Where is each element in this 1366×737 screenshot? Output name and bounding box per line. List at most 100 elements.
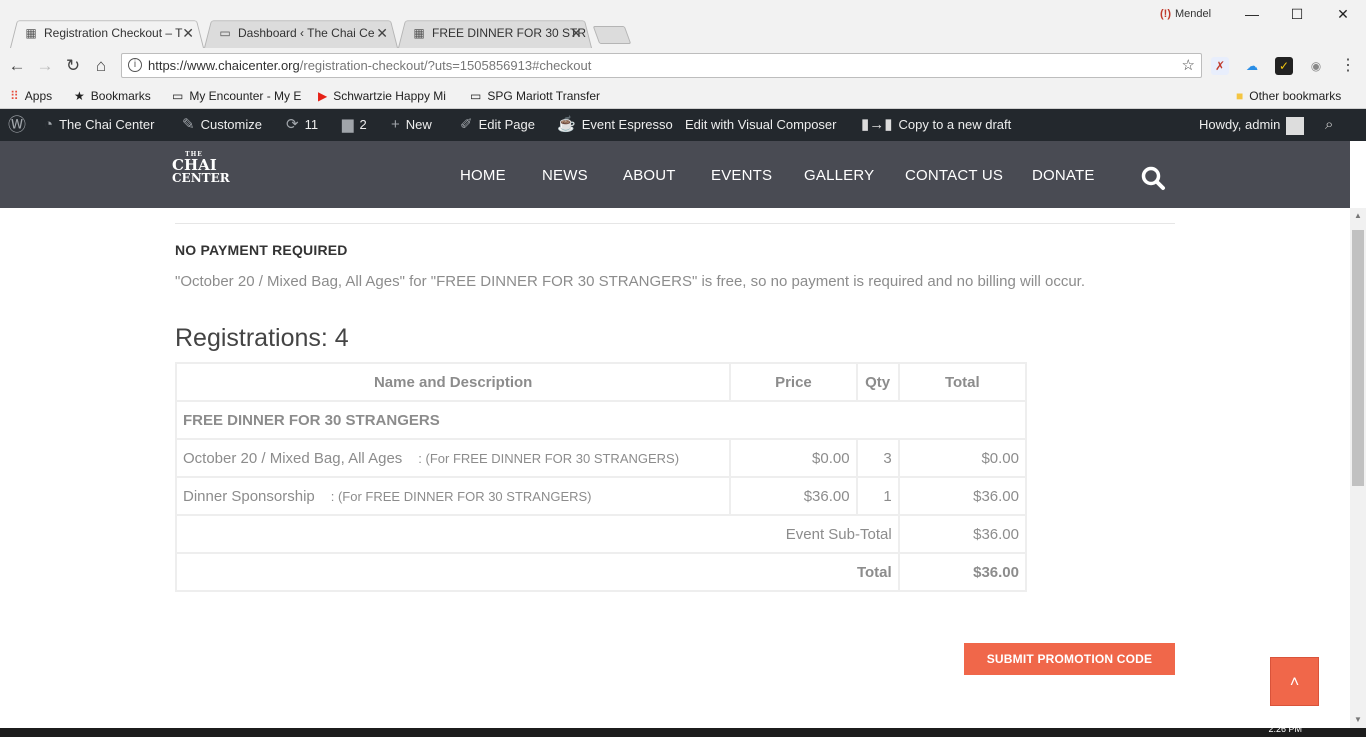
scroll-to-top-button[interactable]: ˄ [1270,657,1319,706]
nav-events[interactable]: EVENTS [711,167,772,184]
adminbar-site-name[interactable]: ◔ The Chai Center [44,109,154,141]
scrollbar-thumb[interactable] [1352,230,1364,486]
forward-button[interactable]: → [34,55,56,77]
extension-icon[interactable]: ✗ [1211,57,1229,75]
edit-page-label: Edit Page [478,117,535,132]
header-total: Total [899,364,1025,400]
ticket-total: $0.00 [899,440,1025,476]
page-scrollbar[interactable]: ▲ ▼ [1350,208,1366,728]
browser-toolbar: ← → ↻ ⌂ i https://www.chaicenter.org/reg… [0,48,1366,84]
bookmark-apps[interactable]: ⠿ Apps [10,87,52,105]
adminbar-copy-draft[interactable]: ▮→▮ Copy to a new draft [861,109,1011,141]
folder-icon: ■ [1236,89,1244,103]
bookmark-bookmarks[interactable]: ★ Bookmarks [74,87,151,105]
adminbar-customize[interactable]: ✎ Customize [182,109,262,141]
bookmark-label: My Encounter - My E [189,89,302,103]
browser-tab-dashboard[interactable]: ▭ Dashboard ‹ The Chai Ce ✕ [204,18,398,48]
logo-text-chai: CHAI [172,156,217,174]
submit-promotion-code-button[interactable]: SUBMIT PROMOTION CODE [964,643,1175,675]
subtotal-value: $36.00 [899,516,1025,552]
section-divider [175,223,1175,224]
bookmark-star-icon[interactable]: ☆ [1182,54,1195,77]
comment-icon: ▆ [342,116,354,133]
adminbar-comments[interactable]: ▆ 2 [342,109,367,141]
site-name-label: The Chai Center [59,117,155,132]
total-label: Total [177,554,898,590]
new-label: New [405,117,432,132]
checkmark-extension-icon[interactable]: ✓ [1275,57,1293,75]
adminbar-search-icon[interactable]: ⌕ [1325,109,1339,141]
table-row: Dinner Sponsorship: (For FREE DINNER FOR… [177,478,1025,514]
wordpress-logo-icon[interactable]: Ⓦ [8,109,32,143]
address-bar[interactable]: i https://www.chaicenter.org/registratio… [121,53,1202,78]
close-window-button[interactable]: ✕ [1333,4,1353,24]
adminbar-new[interactable]: + New [391,109,432,141]
page-icon: ▭ [470,89,482,103]
copy-draft-label: Copy to a new draft [898,117,1012,132]
minimize-button[interactable]: — [1242,4,1262,24]
nav-gallery[interactable]: GALLERY [804,167,874,184]
bookmark-my-encounter[interactable]: ▭ My Encounter - My E [172,87,308,105]
nav-contact-us[interactable]: CONTACT US [905,167,1003,184]
browser-tab-free-dinner[interactable]: ▦ FREE DINNER FOR 30 STR ✕ [398,18,592,48]
info-icon[interactable]: i [128,58,142,72]
updates-count: 11 [304,117,319,132]
plus-icon: + [391,116,400,133]
page-icon: ▭ [219,26,231,40]
total-value: $36.00 [899,554,1025,590]
header-name: Name and Description [177,364,730,400]
browser-tab-registration[interactable]: ▦ Registration Checkout – T ✕ [10,18,204,48]
circle-extension-icon[interactable]: ◉ [1307,57,1325,75]
subtotal-row: Event Sub-Total $36.00 [177,516,1025,552]
bookmark-label: Schwartzie Happy Mi [333,89,446,103]
scroll-up-arrow-icon[interactable]: ▲ [1350,208,1366,224]
browser-profile[interactable]: (!) Mendel [1160,8,1211,20]
howdy-label: Howdy, admin [1199,117,1281,132]
pencil-icon: ✐ [460,116,473,133]
url-text: https://www.chaicenter.org/registration-… [148,54,591,77]
bookmark-label: Bookmarks [90,89,151,103]
nav-donate[interactable]: DONATE [1032,167,1095,184]
bookmark-schwartzie[interactable]: ▶ Schwartzie Happy Mi [318,87,458,105]
adminbar-event-espresso[interactable]: ☕ Event Espresso [557,109,673,141]
adminbar-howdy[interactable]: Howdy, admin [1199,109,1305,141]
bookmark-other[interactable]: ■ Other bookmarks [1236,87,1341,105]
browser-titlebar: ▦ Registration Checkout – T ✕ ▭ Dashboar… [0,0,1366,48]
bookmark-label: SPG Mariott Transfer [487,89,601,103]
header-qty: Qty [857,364,898,400]
close-tab-icon[interactable]: ✕ [376,18,388,48]
url-host: https://www.chaicenter.org [148,58,300,73]
chai-center-logo[interactable]: THE CHAI CENTER [172,151,230,197]
adminbar-updates[interactable]: ⟳ 11 [286,109,318,141]
registrations-heading: Registrations: 4 [175,324,349,352]
reload-button[interactable]: ↻ [62,55,84,77]
logo-text-center: CENTER [172,171,230,185]
ticket-note: : (For FREE DINNER FOR 30 STRANGERS) [418,450,680,466]
nav-about[interactable]: ABOUT [623,167,676,184]
registrations-table: Name and Description Price Qty Total FRE… [175,362,1027,592]
bookmark-label: Other bookmarks [1249,89,1342,103]
new-tab-button[interactable] [592,26,632,44]
menu-icon[interactable]: ⋮ [1339,57,1357,75]
bookmark-spg[interactable]: ▭ SPG Mariott Transfer [470,87,600,105]
site-favicon-icon: ▦ [25,26,37,40]
cloud-extension-icon[interactable]: ☁ [1243,57,1261,75]
adminbar-edit-page[interactable]: ✐ Edit Page [460,109,535,141]
table-row: October 20 / Mixed Bag, All Ages : (For F… [177,440,1025,476]
avatar [1286,116,1305,135]
ticket-description: October 20 / Mixed Bag, All Ages : (For F… [177,440,730,476]
adminbar-visual-composer[interactable]: Edit with Visual Composer [685,109,837,141]
maximize-button[interactable]: ☐ [1287,4,1307,24]
close-tab-icon[interactable]: ✕ [570,18,582,48]
search-icon[interactable] [1140,165,1166,191]
ticket-name: October 20 / Mixed Bag, All Ages [183,449,403,467]
home-button[interactable]: ⌂ [90,55,112,77]
coffee-icon: ☕ [557,116,576,133]
scroll-down-arrow-icon[interactable]: ▼ [1350,712,1366,728]
back-button[interactable]: ← [6,55,28,77]
nav-news[interactable]: NEWS [542,167,588,184]
close-tab-icon[interactable]: ✕ [182,18,194,48]
tab-title: FREE DINNER FOR 30 STR [432,26,587,40]
nav-home[interactable]: HOME [460,167,506,184]
chevron-up-icon: ˄ [1289,674,1300,691]
